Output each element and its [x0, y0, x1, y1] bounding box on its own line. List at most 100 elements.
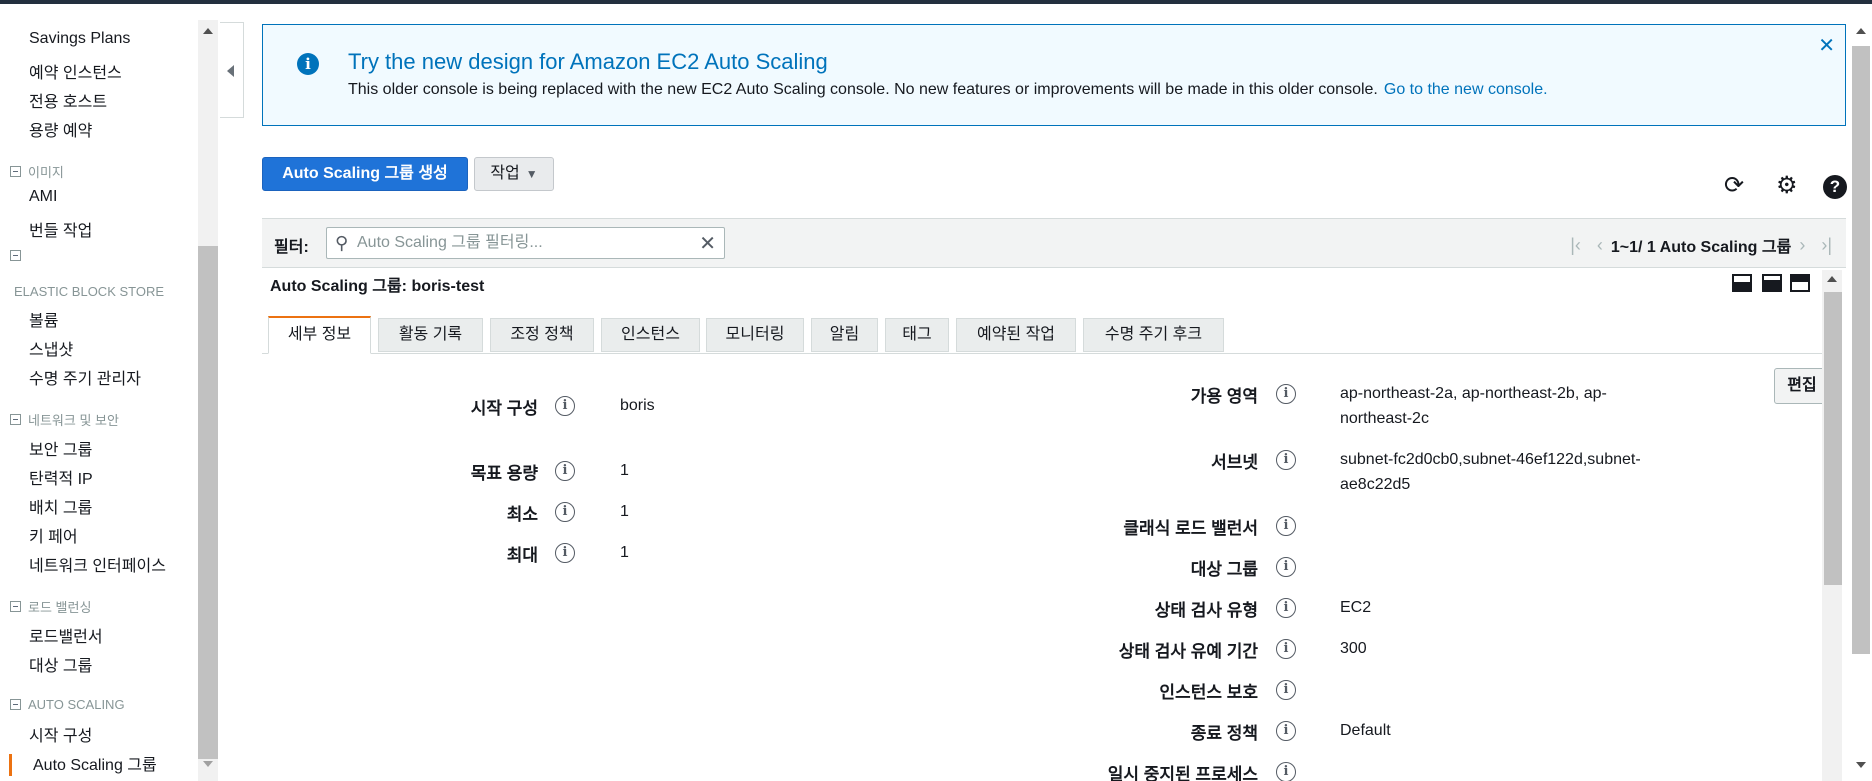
sidebar-section-network[interactable]: 네트워크 및 보안: [10, 410, 119, 429]
scroll-up-icon[interactable]: [1827, 276, 1837, 282]
sidebar-item-target-groups[interactable]: 대상 그룹: [29, 652, 92, 676]
previous-page-icon[interactable]: ‹: [1597, 235, 1603, 256]
tab-lifecycle-hooks[interactable]: 수명 주기 후크: [1083, 318, 1224, 352]
sidebar-collapse-toggle[interactable]: [220, 22, 244, 118]
sidebar-item-reserved-instances[interactable]: 예약 인스턴스: [29, 59, 122, 83]
info-icon[interactable]: i: [1276, 450, 1296, 470]
info-icon[interactable]: i: [1276, 384, 1296, 404]
new-console-link[interactable]: Go to the new console.: [1384, 81, 1548, 98]
banner-title: Try the new design for Amazon EC2 Auto S…: [348, 49, 828, 74]
info-icon[interactable]: i: [1276, 639, 1296, 659]
tab-details[interactable]: 세부 정보: [268, 316, 371, 354]
info-icon[interactable]: i: [555, 543, 575, 563]
filter-label: 필터:: [274, 239, 309, 256]
field-value-health-check-type: EC2: [1340, 599, 1372, 616]
collapse-icon: [10, 699, 21, 710]
info-icon[interactable]: i: [1276, 721, 1296, 741]
sidebar-item-load-balancers[interactable]: 로드밸런서: [29, 623, 103, 647]
scrollbar-thumb[interactable]: [1852, 46, 1870, 654]
info-icon[interactable]: i: [1276, 516, 1296, 536]
sidebar-item-auto-scaling-groups[interactable]: Auto Scaling 그룹: [33, 751, 157, 775]
info-icon[interactable]: i: [555, 396, 575, 416]
filter-input[interactable]: [357, 232, 687, 254]
layout-bottom-icon[interactable]: [1732, 274, 1752, 292]
sidebar-item-bundle-tasks[interactable]: 번들 작업: [29, 217, 92, 241]
first-page-icon[interactable]: |‹: [1570, 235, 1581, 256]
refresh-icon[interactable]: ⟳: [1724, 172, 1744, 200]
sidebar-item-savings-plans[interactable]: Savings Plans: [29, 30, 130, 48]
detail-scrollbar[interactable]: [1822, 270, 1842, 781]
field-value-desired-capacity: 1: [620, 462, 629, 479]
sidebar-item-placement-groups[interactable]: 배치 그룹: [29, 494, 92, 518]
field-label-launch-configuration: 시작 구성: [470, 399, 538, 418]
help-icon[interactable]: ?: [1823, 175, 1847, 199]
page-scrollbar[interactable]: [1852, 20, 1872, 781]
filter-search-box[interactable]: ⚲ ✕: [326, 227, 725, 259]
field-value-termination-policies: Default: [1340, 722, 1391, 739]
field-value-health-check-grace-period: 300: [1340, 640, 1367, 657]
filter-bar: 필터: ⚲ ✕ |‹ ‹ 1~1/ 1 Auto Scaling 그룹 › ›|: [262, 218, 1846, 268]
field-label-desired-capacity: 목표 용량: [470, 464, 538, 483]
field-label-subnets: 서브넷: [1211, 453, 1258, 472]
tab-tags[interactable]: 태그: [885, 318, 949, 352]
actions-dropdown-button[interactable]: 작업 ▼: [474, 157, 554, 191]
last-page-icon[interactable]: ›|: [1821, 235, 1832, 256]
sidebar-scrollbar[interactable]: [198, 20, 218, 781]
tab-scaling-policies[interactable]: 조정 정책: [490, 318, 594, 352]
field-label-health-check-type: 상태 검사 유형: [1154, 601, 1258, 620]
sidebar-section-auto-scaling[interactable]: AUTO SCALING: [10, 697, 125, 712]
sidebar-item-network-interfaces[interactable]: 네트워크 인터페이스: [29, 552, 166, 576]
tab-instances[interactable]: 인스턴스: [601, 318, 700, 352]
info-icon[interactable]: i: [555, 502, 575, 522]
sidebar-section-load-balancing[interactable]: 로드 밸런싱: [10, 597, 91, 616]
scroll-up-icon[interactable]: [1856, 28, 1866, 34]
sidebar-item-elastic-ips[interactable]: 탄력적 IP: [29, 465, 93, 489]
field-label-instance-protection: 인스턴스 보호: [1159, 683, 1258, 702]
sidebar-item-lifecycle-manager[interactable]: 수명 주기 관리자: [29, 365, 141, 389]
tab-notifications[interactable]: 알림: [811, 318, 878, 352]
sidebar-item-security-groups[interactable]: 보안 그룹: [29, 436, 92, 460]
field-label-max: 최대: [506, 546, 538, 565]
info-icon[interactable]: i: [1276, 680, 1296, 700]
field-value-subnets: subnet-fc2d0cb0,subnet-46ef122d,subnet-a…: [1340, 451, 1641, 493]
info-icon[interactable]: i: [555, 461, 575, 481]
collapse-icon: [10, 601, 21, 612]
sidebar-item-capacity-reservations[interactable]: 용량 예약: [29, 117, 92, 141]
field-label-suspended-processes: 일시 중지된 프로세스: [1107, 765, 1258, 781]
gear-icon[interactable]: ⚙: [1776, 172, 1798, 200]
tab-scheduled-actions[interactable]: 예약된 작업: [956, 318, 1076, 352]
scroll-down-icon[interactable]: [1856, 762, 1866, 768]
info-icon[interactable]: i: [1276, 762, 1296, 781]
field-label-target-groups: 대상 그룹: [1190, 560, 1258, 579]
scrollbar-thumb[interactable]: [1824, 292, 1842, 585]
tab-monitoring[interactable]: 모니터링: [706, 318, 804, 352]
info-icon[interactable]: i: [1276, 598, 1296, 618]
collapse-icon: [10, 414, 21, 425]
info-icon[interactable]: i: [1276, 557, 1296, 577]
sidebar-item-ami[interactable]: AMI: [29, 188, 57, 206]
sidebar-item-launch-configurations[interactable]: 시작 구성: [29, 722, 92, 746]
scrollbar-thumb[interactable]: [198, 246, 218, 759]
sidebar-section-collapse[interactable]: [10, 250, 28, 261]
clear-icon[interactable]: ✕: [699, 231, 716, 256]
next-page-icon[interactable]: ›: [1799, 235, 1805, 256]
field-value-availability-zones: ap-northeast-2a, ap-northeast-2b, ap-nor…: [1340, 385, 1607, 427]
pagination: |‹ ‹ 1~1/ 1 Auto Scaling 그룹 › ›|: [1562, 233, 1832, 257]
sidebar-item-dedicated-hosts[interactable]: 전용 호스트: [29, 88, 107, 112]
layout-top-icon[interactable]: [1790, 274, 1810, 292]
collapse-icon: [10, 166, 21, 177]
search-icon: ⚲: [335, 233, 349, 253]
field-value-launch-configuration: boris: [620, 397, 655, 414]
scroll-up-icon[interactable]: [203, 28, 213, 34]
create-auto-scaling-group-button[interactable]: Auto Scaling 그룹 생성: [262, 157, 468, 191]
sidebar-item-volumes[interactable]: 볼륨: [29, 307, 58, 331]
sidebar-item-key-pairs[interactable]: 키 페어: [29, 523, 78, 547]
layout-split-icon[interactable]: [1762, 274, 1782, 292]
field-label-availability-zones: 가용 영역: [1190, 387, 1258, 406]
sidebar-item-snapshots[interactable]: 스냅샷: [29, 336, 73, 360]
tab-activity-history[interactable]: 활동 기록: [378, 318, 483, 352]
field-label-termination-policies: 종료 정책: [1190, 724, 1258, 743]
scroll-down-icon[interactable]: [203, 761, 213, 767]
sidebar-section-image[interactable]: 이미지: [10, 162, 64, 181]
close-icon[interactable]: ✕: [1818, 33, 1835, 58]
